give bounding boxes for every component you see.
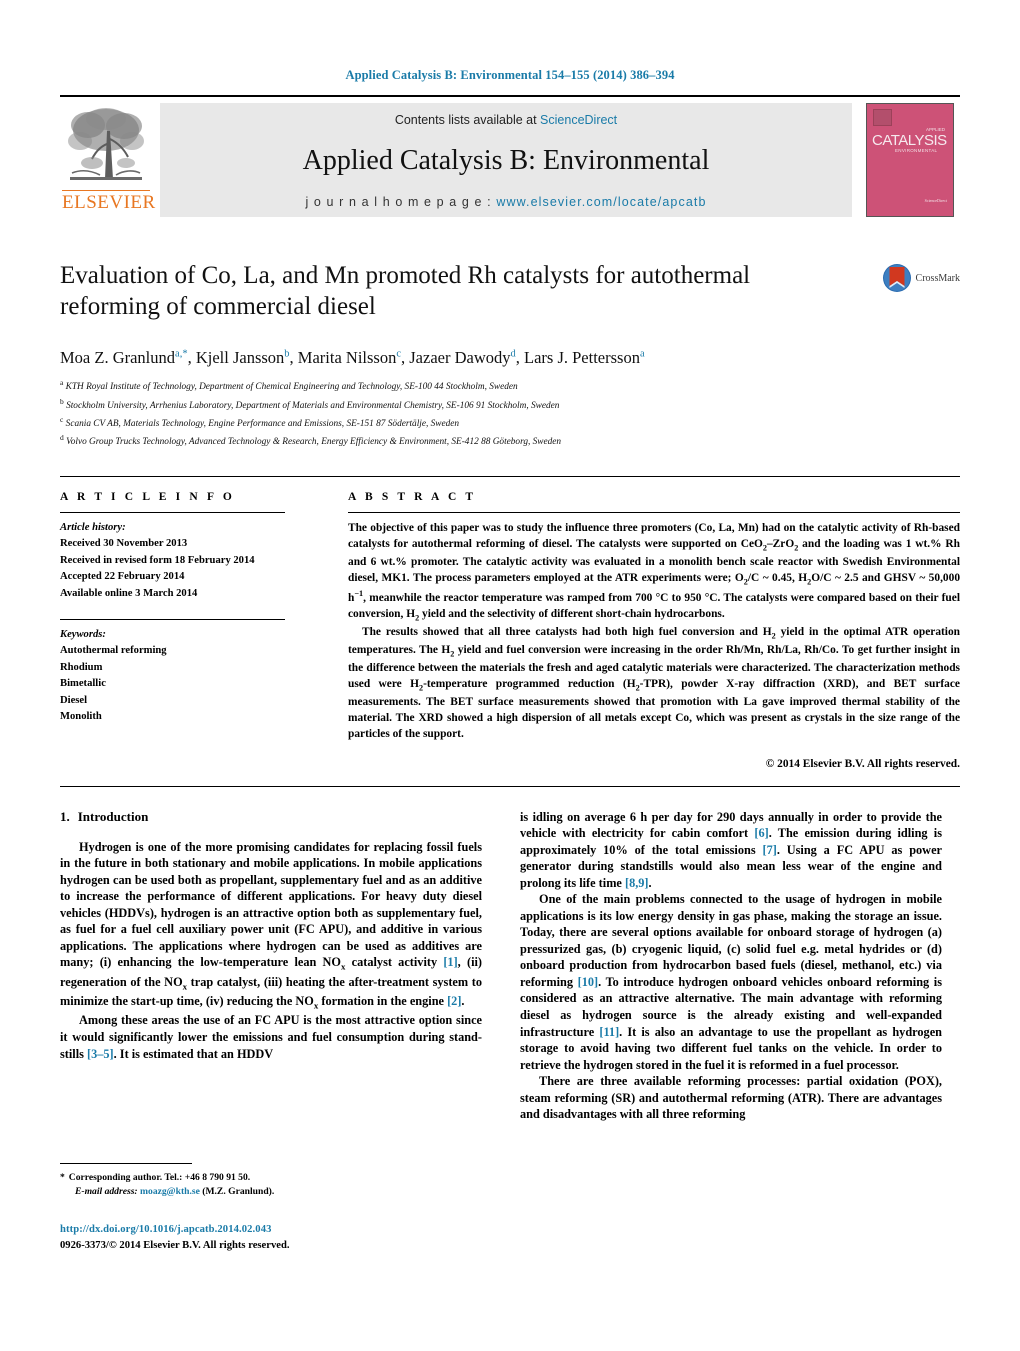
elsevier-wordmark: ELSEVIER <box>62 190 156 213</box>
intro-body-left: Hydrogen is one of the more promising ca… <box>60 839 482 1062</box>
sciencedirect-link[interactable]: ScienceDirect <box>540 113 617 127</box>
body-columns: 1. Introduction Hydrogen is one of the mo… <box>60 809 960 1123</box>
body-paragraph: is idling on average 6 h per day for 290… <box>520 809 942 890</box>
affiliation-item: a KTH Royal Institute of Technology, Dep… <box>60 377 960 395</box>
crossmark-icon <box>882 264 911 292</box>
abstract-column: A B S T R A C T The objective of this pa… <box>343 491 960 770</box>
contents-line: Contents lists available at ScienceDirec… <box>395 113 617 127</box>
section-title-text: Introduction <box>77 808 149 824</box>
section-number: 1. <box>60 808 70 824</box>
info-abstract-band: A R T I C L E I N F O Article history: R… <box>60 476 960 787</box>
running-head: Applied Catalysis B: Environmental 154–1… <box>345 68 675 82</box>
affiliation-text: KTH Royal Institute of Technology, Depar… <box>65 382 518 393</box>
keyword-item: Monolith <box>60 711 102 723</box>
history-item: Available online 3 March 2014 <box>60 587 198 599</box>
homepage-url-link[interactable]: www.elsevier.com/locate/apcatb <box>496 195 706 209</box>
footnote-divider <box>60 1163 192 1164</box>
contents-prefix: Contents lists available at <box>394 113 541 127</box>
article-history-label: Article history: <box>60 522 126 533</box>
title-area: Evaluation of Co, La, and Mn promoted Rh… <box>60 261 960 325</box>
elsevier-tree-icon <box>68 108 144 180</box>
affiliation-item: d Volvo Group Trucks Technology, Advance… <box>60 432 960 450</box>
keyword-item: Bimetallic <box>60 678 106 690</box>
homepage-label: j o u r n a l h o m e p a g e : <box>305 194 497 209</box>
intro-body-right: is idling on average 6 h per day for 290… <box>520 809 942 1123</box>
cover-elsevier-mark <box>873 109 892 126</box>
abstract-label: A B S T R A C T <box>348 491 477 503</box>
body-paragraph: There are three available reforming proc… <box>520 1074 942 1122</box>
section-heading-introduction: 1. Introduction <box>60 809 482 825</box>
affiliation-mark: b <box>60 396 64 406</box>
history-item: Received 30 November 2013 <box>60 538 188 550</box>
doi-footer: http://dx.doi.org/10.1016/j.apcatb.2014.… <box>60 1222 490 1254</box>
body-paragraph: Among these areas the use of an FC APU i… <box>60 1013 482 1061</box>
footnote-corresponding-text: Corresponding author. Tel.: +46 8 790 91… <box>68 1172 251 1183</box>
keyword-item: Autothermal reforming <box>60 645 167 657</box>
abstract-paragraph: The results showed that all three cataly… <box>348 626 960 741</box>
affiliation-item: b Stockholm University, Arrhenius Labora… <box>60 396 960 414</box>
abstract-paragraph: The objective of this paper was to study… <box>348 522 961 623</box>
cover-sciencedirect-mark: ScienceDirect <box>924 198 947 203</box>
doi-link[interactable]: http://dx.doi.org/10.1016/j.apcatb.2014.… <box>60 1222 490 1238</box>
elsevier-logo: ELSEVIER <box>60 97 156 223</box>
journal-cover-block: APPLIED CATALYSIS ENVIRONMENTAL ScienceD… <box>860 97 960 223</box>
affiliation-list: a KTH Royal Institute of Technology, Dep… <box>60 377 960 450</box>
history-item: Received in revised form 18 February 201… <box>60 554 255 566</box>
abstract-body: The objective of this paper was to study… <box>348 520 960 743</box>
keyword-item: Diesel <box>60 694 88 706</box>
issn-copyright: 0926-3373/© 2014 Elsevier B.V. All right… <box>60 1239 290 1251</box>
divider <box>348 512 960 513</box>
affiliation-text: Stockholm University, Arrhenius Laborato… <box>66 400 560 411</box>
paper-page: Applied Catalysis B: Environmental 154–1… <box>0 0 1020 1351</box>
footnote-star: * <box>60 1172 65 1183</box>
email-label: E-mail address: <box>75 1186 138 1198</box>
affiliation-text: Volvo Group Trucks Technology, Advanced … <box>66 436 562 447</box>
article-info-label: A R T I C L E I N F O <box>60 491 235 503</box>
crossmark-label: CrossMark <box>915 272 960 284</box>
journal-homepage-line: j o u r n a l h o m e p a g e : www.else… <box>305 195 706 209</box>
keywords-label: Keywords: <box>60 629 106 641</box>
affiliation-text: Scania CV AB, Materials Technology, Engi… <box>65 418 460 429</box>
history-item: Accepted 22 February 2014 <box>60 571 185 583</box>
body-paragraph: Hydrogen is one of the more promising ca… <box>60 839 482 1011</box>
journal-title: Applied Catalysis B: Environmental <box>302 144 710 176</box>
author-list: Moa Z. Granlunda,*, Kjell Janssonb, Mari… <box>60 348 645 367</box>
cover-title: CATALYSIS <box>872 132 947 149</box>
divider <box>60 619 285 621</box>
cover-footer-text <box>871 206 907 211</box>
body-column-left: 1. Introduction Hydrogen is one of the mo… <box>60 809 482 1123</box>
masthead-center-panel: Contents lists available at ScienceDirec… <box>160 103 852 217</box>
cover-subtitle: ENVIRONMENTAL <box>895 148 938 153</box>
divider <box>60 512 285 513</box>
copyright-line: © 2014 Elsevier B.V. All rights reserved… <box>765 757 960 770</box>
keyword-item: Rhodium <box>60 661 103 673</box>
affiliation-mark: a <box>60 378 64 388</box>
body-column-right: is idling on average 6 h per day for 290… <box>520 809 942 1123</box>
page-title: Evaluation of Co, La, and Mn promoted Rh… <box>60 262 751 320</box>
journal-cover-image: APPLIED CATALYSIS ENVIRONMENTAL ScienceD… <box>866 103 954 217</box>
affiliation-mark: c <box>60 414 64 424</box>
article-info-column: A R T I C L E I N F O Article history: R… <box>60 491 343 770</box>
affiliation-mark: d <box>60 432 64 442</box>
crossmark-badge[interactable]: CrossMark <box>882 263 960 293</box>
affiliation-item: c Scania CV AB, Materials Technology, En… <box>60 414 960 432</box>
corresponding-author-footnote: * Corresponding author. Tel.: +46 8 790 9… <box>60 1163 482 1200</box>
footnote-email-line: E-mail address: moazg@kth.se (M.Z. Granl… <box>60 1185 482 1199</box>
footnote-corresponding: * Corresponding author. Tel.: +46 8 790 9… <box>60 1171 482 1185</box>
email-link[interactable]: moazg@kth.se <box>140 1186 200 1197</box>
journal-masthead: ELSEVIER Contents lists available at Sci… <box>60 95 960 223</box>
email-owner: (M.Z. Granlund). <box>202 1186 275 1198</box>
body-paragraph: One of the main problems connected to th… <box>520 892 942 1072</box>
